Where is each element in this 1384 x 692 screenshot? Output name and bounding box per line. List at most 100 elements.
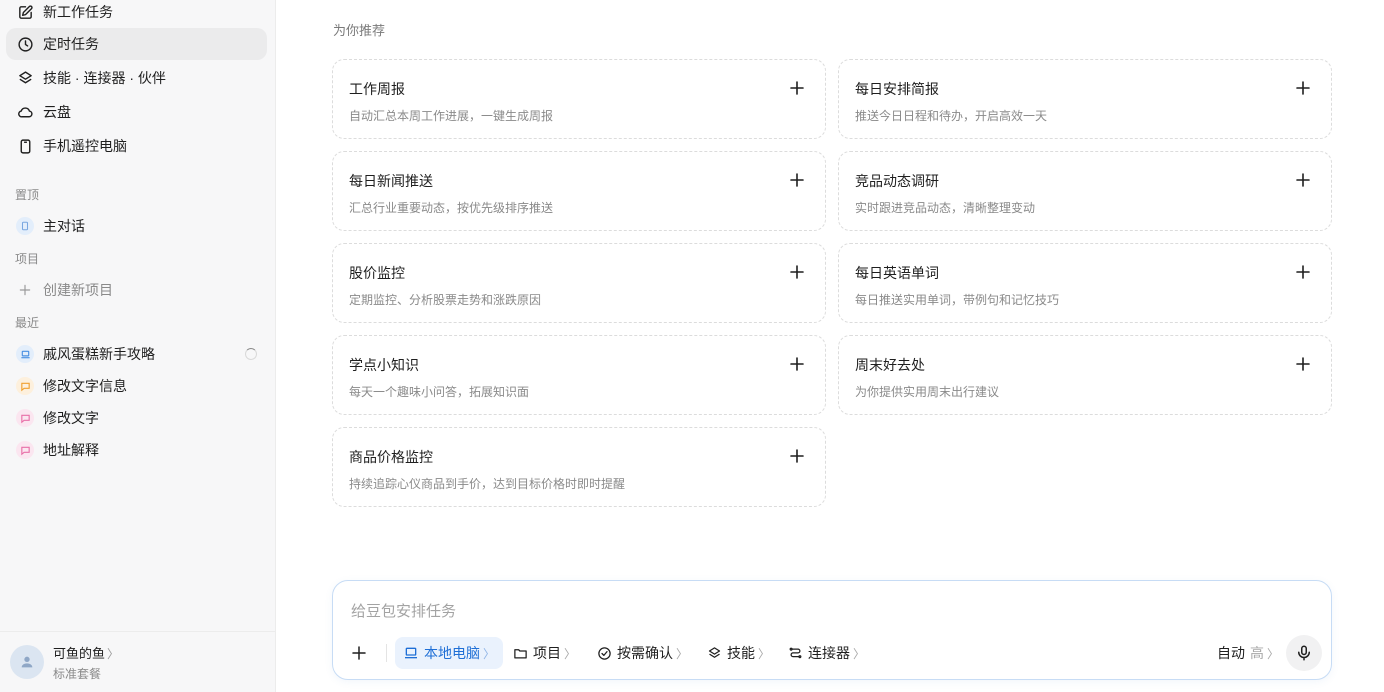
task-card-title: 学点小知识 bbox=[349, 357, 419, 373]
edit-icon bbox=[16, 3, 34, 21]
chat-bubble-icon bbox=[16, 441, 34, 459]
chevron-right-icon: 〉 bbox=[853, 646, 866, 661]
task-card-title: 每日安排简报 bbox=[855, 81, 939, 97]
microphone-button[interactable] bbox=[1286, 635, 1322, 671]
task-card-title: 周末好去处 bbox=[855, 357, 925, 373]
confirm-mode-button[interactable]: 按需确认〉 bbox=[597, 637, 688, 669]
skills-button[interactable]: 技能〉 bbox=[707, 637, 770, 669]
chevron-right-icon: 〉 bbox=[1267, 646, 1280, 661]
nav-label: 手机遥控电脑 bbox=[43, 138, 127, 154]
recent-item-label: 戚风蛋糕新手攻略 bbox=[43, 346, 155, 362]
chevron-right-icon: 〉 bbox=[107, 646, 120, 661]
create-project-label: 创建新项目 bbox=[43, 282, 113, 298]
cloud-icon bbox=[16, 103, 34, 121]
task-card-desc: 为你提供实用周末出行建议 bbox=[855, 385, 1000, 399]
task-card-desc: 定期监控、分析股票走势和涨跌原因 bbox=[349, 293, 542, 307]
user-profile[interactable]: 可鱼的鱼〉 标准套餐 bbox=[0, 631, 276, 692]
task-card-title: 竞品动态调研 bbox=[855, 173, 939, 189]
loading-spinner-icon bbox=[245, 348, 257, 360]
skills-label: 技能 bbox=[727, 645, 755, 661]
add-button[interactable] bbox=[350, 637, 373, 669]
plus-icon[interactable] bbox=[789, 264, 805, 280]
layers-icon bbox=[708, 646, 721, 658]
task-card[interactable]: 竞品动态调研 实时跟进竞品动态，清晰整理变动 bbox=[838, 151, 1332, 231]
recommend-title: 为你推荐 bbox=[333, 23, 386, 38]
connectors-button[interactable]: 连接器〉 bbox=[788, 637, 865, 669]
plus-icon[interactable] bbox=[1295, 172, 1311, 188]
plus-icon bbox=[352, 646, 366, 660]
task-composer: 给豆包安排任务 本地电脑〉 项目〉 按需确认〉 技能〉 连接器〉 自动 高〉 bbox=[332, 580, 1332, 680]
layers-icon bbox=[16, 69, 34, 87]
model-mode-selector[interactable]: 自动 高〉 bbox=[1217, 637, 1279, 669]
recent-item[interactable]: 地址解释 bbox=[6, 435, 267, 465]
task-card[interactable]: 每日英语单词 每日推送实用单词，带例句和记忆技巧 bbox=[838, 243, 1332, 323]
chevron-right-icon: 〉 bbox=[676, 646, 689, 661]
local-computer-button[interactable]: 本地电脑〉 bbox=[395, 637, 504, 669]
create-project-button[interactable]: 创建新项目 bbox=[6, 275, 267, 305]
folder-icon bbox=[514, 648, 527, 658]
task-card-desc: 推送今日日程和待办，开启高效一天 bbox=[855, 109, 1048, 123]
pinned-item-main-chat[interactable]: 主对话 bbox=[6, 211, 267, 241]
chat-bubble-icon bbox=[16, 377, 34, 395]
recent-item-label: 修改文字 bbox=[43, 410, 99, 426]
microphone-icon bbox=[1298, 645, 1310, 661]
task-card-desc: 每天一个趣味小问答，拓展知识面 bbox=[349, 385, 530, 399]
recent-item-label: 修改文字信息 bbox=[43, 378, 127, 394]
pinned-item-label: 主对话 bbox=[43, 218, 85, 234]
chevron-right-icon: 〉 bbox=[758, 646, 771, 661]
task-card-desc: 自动汇总本周工作进展，一键生成周报 bbox=[349, 109, 554, 123]
chevron-right-icon: 〉 bbox=[564, 646, 577, 661]
plus-icon bbox=[16, 281, 34, 299]
chat-icon bbox=[16, 217, 34, 235]
project-button[interactable]: 项目〉 bbox=[513, 637, 576, 669]
recent-item[interactable]: 修改文字信息 bbox=[6, 371, 267, 401]
model-mode-label: 自动 bbox=[1217, 645, 1245, 661]
user-name: 可鱼的鱼 bbox=[53, 645, 106, 661]
task-card-title: 每日新闻推送 bbox=[349, 173, 433, 189]
user-icon bbox=[21, 656, 33, 668]
plus-icon[interactable] bbox=[789, 172, 805, 188]
task-card[interactable]: 工作周报 自动汇总本周工作进展，一键生成周报 bbox=[332, 59, 826, 139]
pinned-section-title: 置顶 bbox=[15, 188, 40, 202]
plus-icon[interactable] bbox=[789, 448, 805, 464]
task-card[interactable]: 商品价格监控 持续追踪心仪商品到手价，达到目标价格时即时提醒 bbox=[332, 427, 826, 507]
task-card-title: 股价监控 bbox=[349, 265, 405, 281]
plus-icon[interactable] bbox=[789, 80, 805, 96]
nav-label: 云盘 bbox=[43, 104, 71, 120]
task-card-title: 商品价格监控 bbox=[349, 449, 433, 465]
nav-label: 新工作任务 bbox=[43, 4, 113, 20]
laptop-icon bbox=[16, 345, 34, 363]
plus-icon[interactable] bbox=[789, 356, 805, 372]
nav-label: 技能 · 连接器 · 伙伴 bbox=[43, 70, 166, 86]
task-card[interactable]: 周末好去处 为你提供实用周末出行建议 bbox=[838, 335, 1332, 415]
recent-item[interactable]: 修改文字 bbox=[6, 403, 267, 433]
chevron-right-icon: 〉 bbox=[483, 646, 496, 661]
nav-cloud-drive[interactable]: 云盘 bbox=[6, 96, 267, 128]
toolbar-divider bbox=[386, 644, 387, 662]
nav-label: 定时任务 bbox=[43, 36, 99, 52]
projects-section-title: 项目 bbox=[15, 252, 40, 266]
task-card-desc: 每日推送实用单词，带例句和记忆技巧 bbox=[855, 293, 1060, 307]
task-card[interactable]: 每日安排简报 推送今日日程和待办，开启高效一天 bbox=[838, 59, 1332, 139]
plus-icon[interactable] bbox=[1295, 80, 1311, 96]
task-card[interactable]: 每日新闻推送 汇总行业重要动态，按优先级排序推送 bbox=[332, 151, 826, 231]
recent-item[interactable]: 戚风蛋糕新手攻略 bbox=[6, 339, 267, 369]
clock-icon bbox=[16, 35, 34, 53]
nav-skills[interactable]: 技能 · 连接器 · 伙伴 bbox=[6, 62, 267, 94]
recent-item-label: 地址解释 bbox=[43, 442, 99, 458]
task-card[interactable]: 股价监控 定期监控、分析股票走势和涨跌原因 bbox=[332, 243, 826, 323]
nav-phone-remote[interactable]: 手机遥控电脑 bbox=[6, 130, 267, 162]
nav-new-task[interactable]: 新工作任务 bbox=[6, 0, 267, 28]
nav-scheduled-tasks[interactable]: 定时任务 bbox=[6, 28, 267, 60]
task-input[interactable]: 给豆包安排任务 bbox=[351, 600, 456, 621]
plus-icon[interactable] bbox=[1295, 264, 1311, 280]
model-level-label: 高 bbox=[1250, 645, 1264, 661]
task-card[interactable]: 学点小知识 每天一个趣味小问答，拓展知识面 bbox=[332, 335, 826, 415]
check-circle-icon bbox=[598, 646, 611, 660]
task-card-desc: 汇总行业重要动态，按优先级排序推送 bbox=[349, 201, 554, 215]
chat-bubble-icon bbox=[16, 409, 34, 427]
connector-icon bbox=[789, 647, 802, 658]
user-name-row: 可鱼的鱼〉 bbox=[53, 643, 119, 662]
avatar bbox=[10, 645, 44, 679]
plus-icon[interactable] bbox=[1295, 356, 1311, 372]
